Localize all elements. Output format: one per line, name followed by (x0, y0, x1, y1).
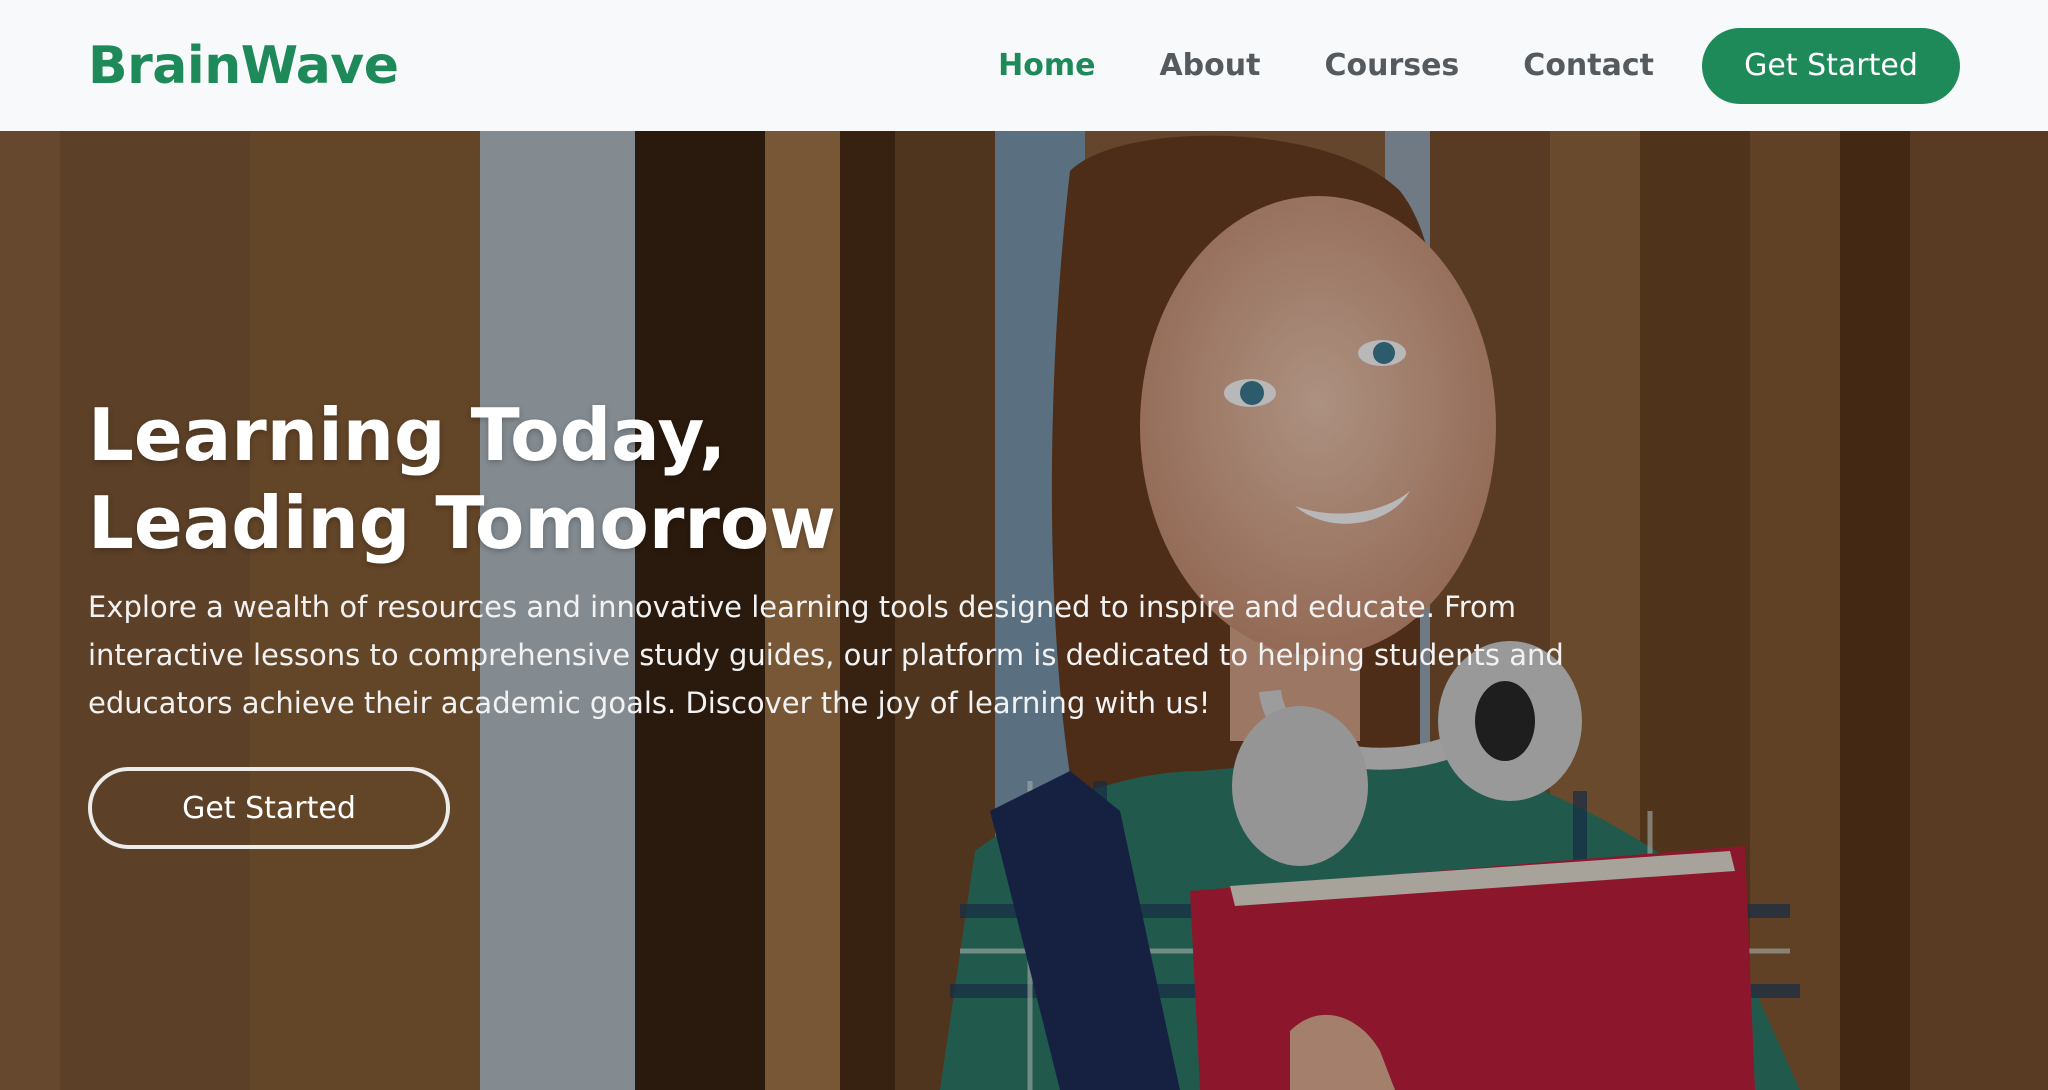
hero-title-line-1: Learning Today, (88, 393, 727, 477)
brand-logo[interactable]: BrainWave (88, 36, 399, 96)
nav-link-courses[interactable]: Courses (1324, 48, 1459, 83)
nav-links: Home About Courses Contact Get Started (934, 27, 1960, 104)
hero-get-started-button[interactable]: Get Started (88, 767, 450, 849)
hero-title: Learning Today, Leading Tomorrow (88, 391, 1648, 567)
hero-description: Explore a wealth of resources and innova… (88, 590, 1564, 720)
nav-link-home[interactable]: Home (998, 48, 1095, 83)
get-started-button[interactable]: Get Started (1702, 27, 1960, 104)
nav-link-about[interactable]: About (1159, 48, 1260, 83)
nav-link-contact[interactable]: Contact (1523, 48, 1654, 83)
hero-content: Learning Today, Leading Tomorrow Explore… (88, 391, 1648, 849)
navbar: BrainWave Home About Courses Contact Get… (0, 0, 2048, 131)
hero-section: Learning Today, Leading Tomorrow Explore… (0, 131, 2048, 1090)
hero-title-line-2: Leading Tomorrow (88, 481, 836, 565)
